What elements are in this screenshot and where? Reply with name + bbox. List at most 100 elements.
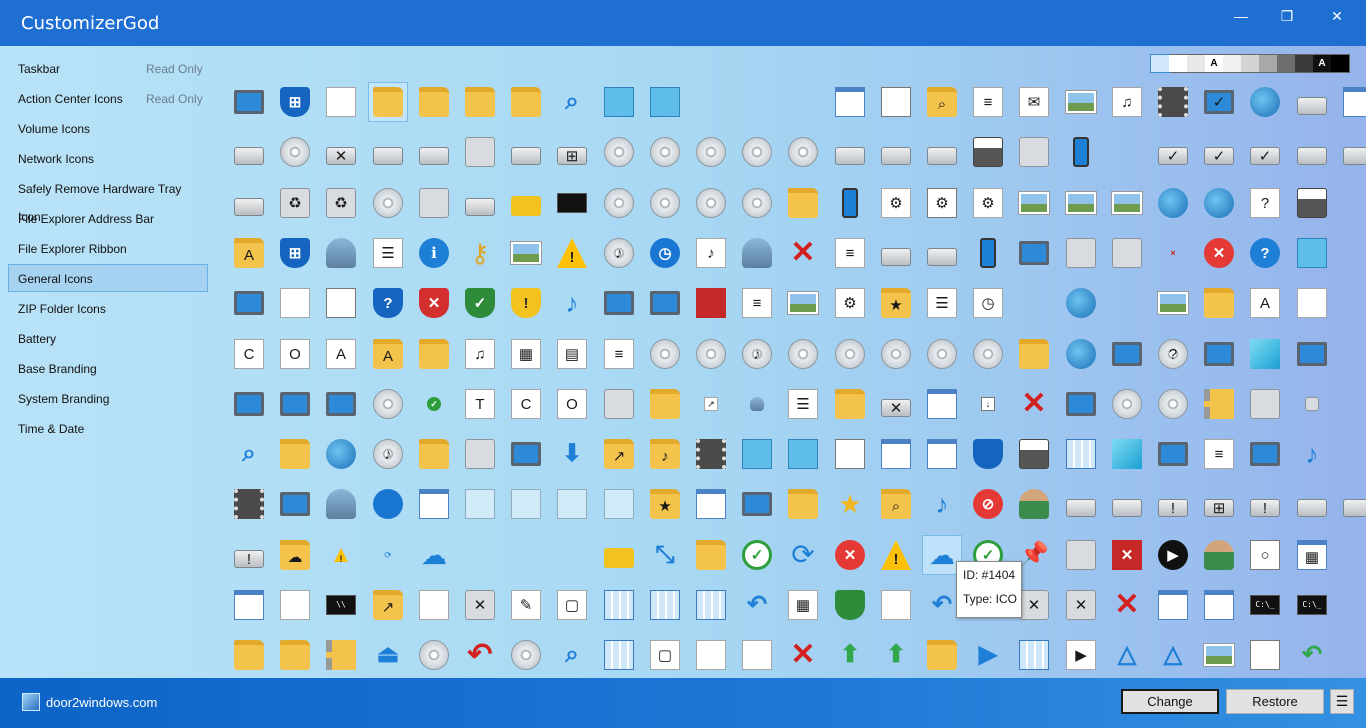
icon-cell[interactable] bbox=[368, 132, 408, 172]
icon-cell[interactable] bbox=[1061, 384, 1101, 424]
icon-cell[interactable]: ▶ bbox=[1153, 535, 1193, 575]
icon-cell[interactable] bbox=[737, 183, 777, 223]
icon-cell[interactable]: ⊞ bbox=[275, 233, 315, 273]
icon-cell[interactable]: ♫ bbox=[1107, 82, 1147, 122]
icon-cell[interactable] bbox=[414, 434, 454, 474]
icon-cell[interactable]: ≡ bbox=[599, 334, 639, 374]
icon-cell[interactable] bbox=[1107, 183, 1147, 223]
icon-cell[interactable] bbox=[1014, 183, 1054, 223]
icon-cell[interactable]: ↗ bbox=[691, 384, 731, 424]
icon-cell[interactable] bbox=[599, 283, 639, 323]
menu-button[interactable]: ☰ bbox=[1330, 689, 1354, 714]
icon-cell[interactable]: ⬆ bbox=[876, 635, 916, 675]
icon-cell[interactable] bbox=[783, 132, 823, 172]
icon-cell[interactable] bbox=[922, 384, 962, 424]
icon-cell[interactable]: C bbox=[229, 334, 269, 374]
icon-cell[interactable] bbox=[368, 183, 408, 223]
icon-cell[interactable]: △ bbox=[1153, 635, 1193, 675]
icon-cell[interactable]: ! bbox=[876, 535, 916, 575]
icon-cell[interactable] bbox=[552, 484, 592, 524]
icon-cell[interactable]: ! bbox=[1245, 484, 1285, 524]
icon-cell[interactable] bbox=[460, 434, 500, 474]
icon-cell[interactable] bbox=[1199, 183, 1239, 223]
icon-cell[interactable] bbox=[830, 434, 870, 474]
icon-cell[interactable] bbox=[321, 484, 361, 524]
color-swatch[interactable] bbox=[1187, 55, 1205, 72]
icon-cell[interactable] bbox=[1061, 132, 1101, 172]
icon-cell[interactable] bbox=[275, 585, 315, 625]
icon-cell[interactable] bbox=[691, 585, 731, 625]
icon-cell[interactable] bbox=[1292, 384, 1332, 424]
icon-cell[interactable] bbox=[414, 82, 454, 122]
icon-cell[interactable] bbox=[460, 484, 500, 524]
icon-cell[interactable]: O bbox=[552, 384, 592, 424]
icon-cell[interactable]: ♪ bbox=[922, 484, 962, 524]
icon-cell[interactable] bbox=[691, 283, 731, 323]
icon-cell[interactable] bbox=[783, 283, 823, 323]
sidebar-item-zip-folder-icons[interactable]: ZIP Folder Icons bbox=[8, 294, 208, 322]
icon-cell[interactable]: ♪ bbox=[552, 283, 592, 323]
icon-cell[interactable] bbox=[599, 635, 639, 675]
icon-cell[interactable] bbox=[1014, 434, 1054, 474]
icon-cell[interactable] bbox=[599, 585, 639, 625]
icon-cell[interactable] bbox=[1292, 233, 1332, 273]
icon-cell[interactable]: ! bbox=[552, 233, 592, 273]
icon-cell[interactable] bbox=[737, 132, 777, 172]
icon-cell[interactable]: ♪ bbox=[599, 233, 639, 273]
icon-cell[interactable] bbox=[1014, 233, 1054, 273]
icon-cell[interactable] bbox=[275, 484, 315, 524]
close-button[interactable]: ✕ bbox=[1314, 0, 1360, 32]
icon-cell[interactable] bbox=[922, 132, 962, 172]
icon-cell[interactable] bbox=[1153, 384, 1193, 424]
icon-cell[interactable] bbox=[599, 384, 639, 424]
icon-cell[interactable] bbox=[1061, 283, 1101, 323]
icon-cell[interactable] bbox=[1061, 434, 1101, 474]
icon-cell[interactable] bbox=[506, 434, 546, 474]
icon-cell[interactable]: ≡ bbox=[830, 233, 870, 273]
color-swatch[interactable] bbox=[1277, 55, 1295, 72]
color-swatch[interactable] bbox=[1169, 55, 1187, 72]
icon-cell[interactable] bbox=[968, 233, 1008, 273]
icon-cell[interactable] bbox=[321, 635, 361, 675]
icon-cell[interactable] bbox=[876, 82, 916, 122]
icon-cell[interactable]: ✕ bbox=[783, 635, 823, 675]
icon-cell[interactable] bbox=[1153, 183, 1193, 223]
icon-cell[interactable]: ≡ bbox=[968, 82, 1008, 122]
icon-cell[interactable] bbox=[922, 334, 962, 374]
icon-cell[interactable] bbox=[968, 132, 1008, 172]
icon-cell[interactable]: ✉ bbox=[1014, 82, 1054, 122]
icon-cell[interactable]: ⚙ bbox=[876, 183, 916, 223]
icon-cell[interactable] bbox=[691, 183, 731, 223]
icon-cell[interactable]: ☁ bbox=[414, 535, 454, 575]
icon-cell[interactable]: ⤡ bbox=[645, 535, 685, 575]
icon-cell[interactable] bbox=[645, 384, 685, 424]
icon-cell[interactable] bbox=[1292, 283, 1332, 323]
icon-cell[interactable] bbox=[599, 82, 639, 122]
color-swatch[interactable]: A bbox=[1313, 55, 1331, 72]
icon-cell[interactable]: ⟳ bbox=[783, 535, 823, 575]
icon-cell[interactable] bbox=[1014, 334, 1054, 374]
icon-cell[interactable] bbox=[691, 635, 731, 675]
icon-cell[interactable] bbox=[1338, 484, 1366, 524]
icon-cell[interactable]: ⌕ bbox=[552, 635, 592, 675]
icon-cell[interactable] bbox=[275, 635, 315, 675]
icon-cell[interactable]: ↗ bbox=[368, 585, 408, 625]
icon-cell[interactable] bbox=[506, 132, 546, 172]
sidebar-item-general-icons[interactable]: General Icons bbox=[8, 264, 208, 292]
icon-cell[interactable]: i bbox=[414, 233, 454, 273]
icon-cell[interactable]: ▦ bbox=[506, 334, 546, 374]
icon-cell[interactable]: ○ bbox=[1245, 535, 1285, 575]
sidebar-item-network-icons[interactable]: Network Icons bbox=[8, 144, 208, 172]
icon-cell[interactable] bbox=[229, 635, 269, 675]
icon-cell[interactable] bbox=[691, 132, 731, 172]
icon-cell[interactable] bbox=[414, 585, 454, 625]
icon-cell[interactable]: ◷ bbox=[645, 233, 685, 273]
icon-cell[interactable] bbox=[783, 434, 823, 474]
icon-cell[interactable] bbox=[830, 585, 870, 625]
icon-cell[interactable]: ? bbox=[368, 283, 408, 323]
icon-cell[interactable] bbox=[830, 384, 870, 424]
icon-cell[interactable]: ◷ bbox=[968, 283, 1008, 323]
icon-cell[interactable] bbox=[506, 635, 546, 675]
icon-cell[interactable] bbox=[922, 233, 962, 273]
icon-cell[interactable] bbox=[506, 183, 546, 223]
